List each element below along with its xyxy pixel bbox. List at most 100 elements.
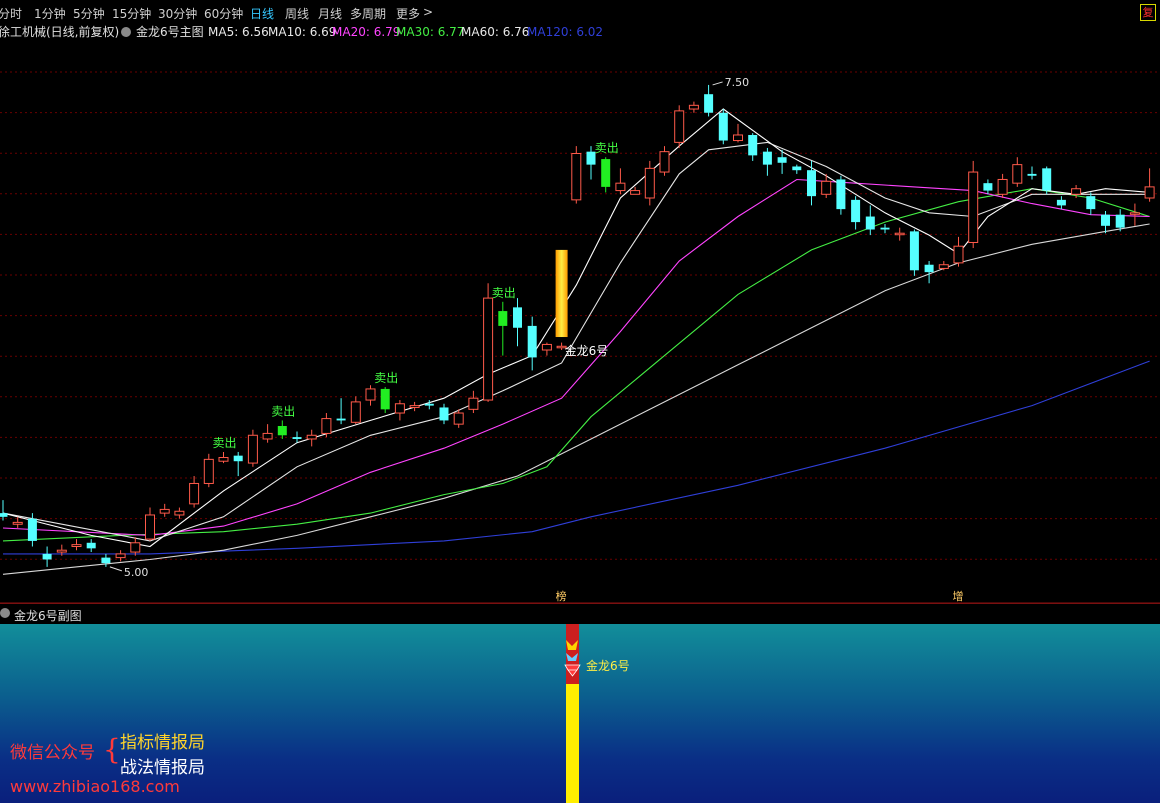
candle-body [1086, 196, 1096, 210]
restore-button[interactable]: 复 [1140, 4, 1156, 21]
candle [218, 451, 229, 464]
candle-body [792, 166, 802, 171]
period-tab-1min[interactable]: 1分钟 [34, 5, 66, 22]
candle [674, 105, 685, 148]
indicator-toggle-icon[interactable] [121, 27, 131, 37]
period-tab-more[interactable]: 更多 [396, 5, 420, 22]
candle [807, 160, 816, 206]
candle [953, 236, 964, 267]
indicator-name[interactable]: 金龙6号主图 [136, 24, 204, 39]
candle [174, 507, 185, 519]
candle-body [997, 178, 1008, 195]
sub-chart-title[interactable]: 金龙6号副图 [14, 607, 82, 624]
candle [659, 146, 670, 176]
sub-chart-panel[interactable]: 金龙6号 微信公众号 { 指标情报局 战法情报局 www.zhibiao168.… [0, 624, 1160, 803]
watermark-url[interactable]: www.zhibiao168.com [10, 777, 180, 796]
candle-body [115, 553, 126, 559]
candle-body [233, 455, 243, 462]
candle-body [71, 544, 82, 547]
period-tab-daily[interactable]: 日线 [250, 5, 274, 22]
ma5-label: MA5: 6.56 [208, 25, 269, 39]
candle [513, 298, 522, 347]
candle-body [851, 199, 861, 223]
candle-body [1101, 214, 1110, 226]
candle [203, 453, 214, 488]
period-tab-60min[interactable]: 60分钟 [204, 5, 243, 22]
candle-body [644, 167, 655, 199]
more-arrow-icon[interactable]: > [423, 5, 433, 19]
candle-body [159, 508, 170, 514]
candle-body [468, 397, 479, 410]
candle-body [1042, 168, 1052, 191]
sell-signal-label: 卖出 [595, 141, 619, 155]
period-tab-multi[interactable]: 多周期 [350, 5, 386, 22]
candle [851, 196, 861, 230]
period-tab-30min[interactable]: 30分钟 [158, 5, 197, 22]
candle-body [688, 104, 699, 110]
period-tab-timeshare[interactable]: 分时 [0, 5, 22, 22]
candle [115, 550, 126, 562]
candle-body [807, 170, 816, 197]
period-tab-weekly[interactable]: 周线 [285, 5, 309, 22]
candle [321, 413, 332, 438]
candle-body [1027, 173, 1037, 176]
candle-body [321, 418, 332, 434]
candle-body [189, 482, 200, 505]
sell-signal-label: 卖出 [271, 404, 295, 418]
period-tab-15min[interactable]: 15分钟 [112, 5, 151, 22]
candle-body [513, 307, 522, 328]
period-tab-monthly[interactable]: 月线 [318, 5, 342, 22]
candle [380, 387, 390, 414]
candle-body [674, 110, 685, 143]
candle-body [262, 432, 273, 440]
golden-dragon-label: 金龙6号 [565, 343, 609, 358]
candle-body [733, 134, 743, 142]
candle [748, 133, 758, 161]
candle-body [924, 264, 934, 273]
candle [644, 160, 655, 206]
sub-chart-header: 金龙6号副图 [0, 603, 1160, 625]
candle [571, 146, 582, 204]
candle-body [101, 557, 111, 564]
candle [189, 476, 200, 508]
candle [233, 451, 243, 477]
candle [498, 301, 508, 356]
candle-body [394, 403, 405, 414]
period-toolbar: 分时 1分钟 5分钟 15分钟 30分钟 60分钟 日线 周线 月线 多周期 更… [0, 0, 1160, 24]
candle-body [704, 94, 714, 113]
candle [836, 175, 846, 215]
candle-body [836, 179, 846, 210]
candle [997, 173, 1008, 198]
ma60-label: MA60: 6.76 [461, 25, 529, 39]
bottom-marker: 榜 [556, 589, 567, 603]
candle [1027, 166, 1037, 180]
candle [42, 546, 52, 567]
candle-body [953, 245, 964, 264]
candle-body [659, 151, 670, 173]
candle [101, 553, 111, 567]
candle [1129, 203, 1140, 226]
candle [924, 261, 934, 284]
candle-body [365, 388, 376, 401]
candle-body [27, 518, 37, 541]
candle [262, 424, 273, 443]
candle [277, 420, 287, 439]
sell-signal-label: 卖出 [213, 436, 237, 450]
candle-body [909, 231, 919, 271]
candle-body [409, 405, 420, 408]
main-chart[interactable]: 徐工机械(日线,前复权) 金龙6号主图 MA5: 6.56 MA10: 6.69… [0, 24, 1160, 604]
candle [247, 429, 258, 467]
candle-body [762, 151, 772, 165]
candle-body [292, 437, 302, 439]
candle-body [1129, 212, 1140, 215]
period-tab-5min[interactable]: 5分钟 [73, 5, 105, 22]
candle-body [821, 180, 832, 195]
candle [350, 396, 361, 425]
candle [394, 400, 405, 421]
candle-body [1012, 164, 1023, 184]
sub-toggle-icon[interactable] [0, 608, 10, 618]
candle-body [1071, 188, 1082, 195]
bottom-marker: 增 [953, 589, 964, 603]
low-marker-line [109, 566, 123, 572]
candle-body [498, 311, 508, 326]
